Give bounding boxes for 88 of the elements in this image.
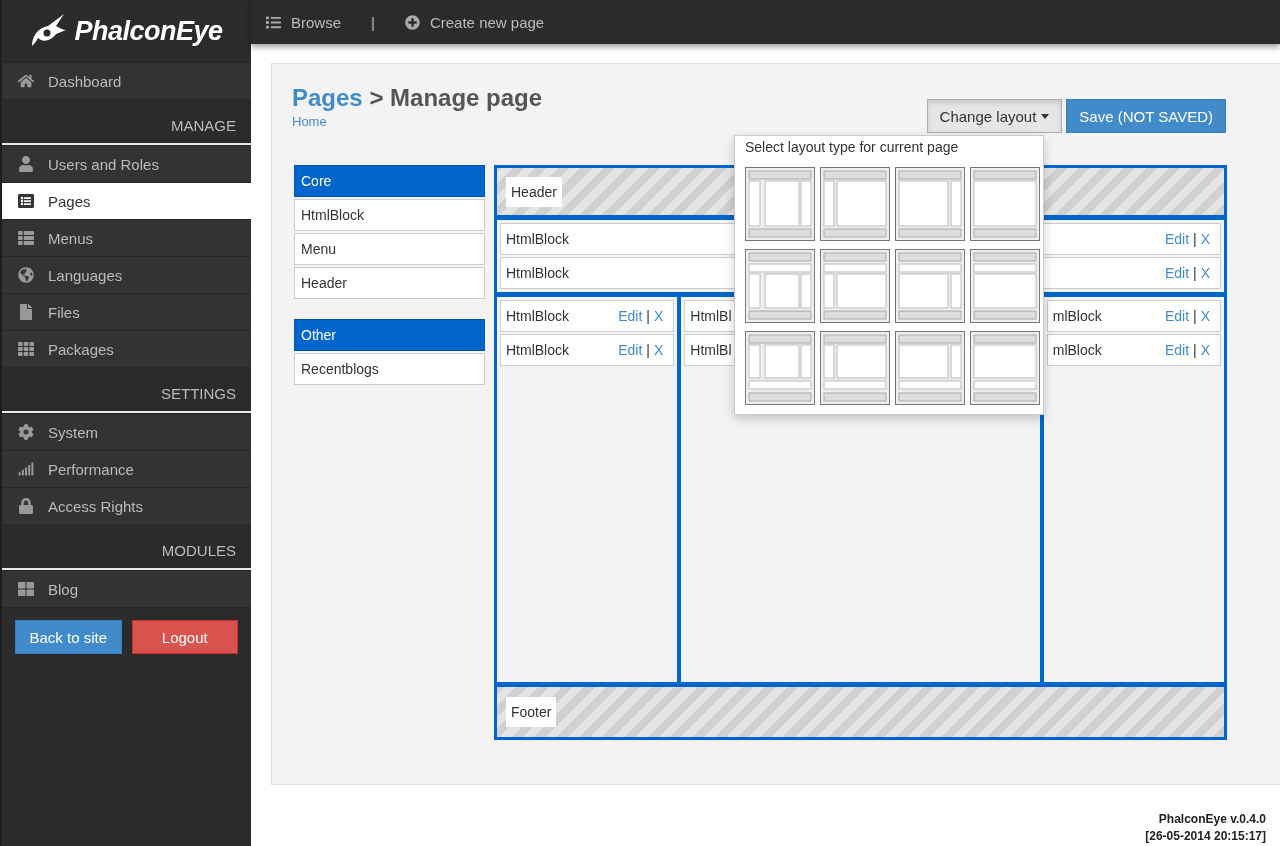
remove-link[interactable]: X (1200, 265, 1210, 281)
layout-option[interactable] (895, 167, 965, 241)
palette-item[interactable]: Menu (294, 233, 485, 265)
block-name: HtmlBlock (506, 265, 569, 281)
browse-link[interactable]: Browse (266, 13, 342, 31)
file-icon (18, 304, 34, 320)
block-name: HtmlBlock (506, 231, 569, 247)
block-name: mlBlock (1052, 308, 1102, 324)
block-name: HtmlBlock (506, 342, 569, 358)
sidebar-item[interactable]: Dashboard (2, 62, 251, 99)
signal-bars-icon (18, 461, 34, 477)
plus-icon (404, 14, 420, 30)
remove-link[interactable]: X (653, 308, 664, 324)
sidebar-item[interactable]: Packages (2, 330, 251, 367)
sidebar-item[interactable]: System (2, 413, 251, 450)
date-text: [26-05-2014 20:15:17] (1144, 828, 1266, 845)
breadcrumb-link[interactable]: Home (292, 114, 543, 129)
edit-link[interactable]: Edit (1164, 231, 1189, 247)
layout-option[interactable] (820, 249, 890, 323)
layout-option[interactable] (745, 331, 815, 405)
sidebar-item[interactable]: Languages (2, 256, 251, 293)
menu-title: Select layout type for current page (745, 139, 960, 155)
logo-text: PhalconEye (74, 15, 223, 47)
globe-icon (18, 267, 34, 283)
edit-link[interactable]: Edit (618, 342, 643, 358)
logout-button[interactable]: Logout (131, 620, 238, 654)
block-name: HtmlBl (690, 308, 732, 324)
lock-icon (18, 498, 34, 514)
block-item[interactable]: HtmlBlock Edit | X (500, 334, 675, 366)
caret-icon (1041, 113, 1050, 119)
layout-option[interactable] (745, 249, 815, 323)
change-layout-button[interactable]: Change layout (926, 99, 1063, 133)
layout-option[interactable] (820, 331, 890, 405)
save-button[interactable]: Save (NOT SAVED) (1066, 99, 1226, 133)
block-name: HtmlBl (690, 342, 732, 358)
link-separator: | (1193, 231, 1197, 247)
palette-group-header: Core (294, 165, 485, 197)
sidebar-item[interactable]: Performance (2, 450, 251, 487)
zone-label: Header (506, 176, 562, 207)
page-title: > Manage page (369, 84, 543, 111)
palette-item[interactable]: Header (294, 267, 485, 299)
layout-option[interactable] (820, 167, 890, 241)
remove-link[interactable]: X (653, 342, 664, 358)
list-icon (18, 193, 34, 209)
edit-link[interactable]: Edit (1164, 308, 1190, 324)
layout-option[interactable] (970, 167, 1040, 241)
layout-option[interactable] (970, 249, 1040, 323)
link-separator: | (1193, 342, 1197, 358)
grid-icon (18, 341, 34, 357)
remove-link[interactable]: X (1200, 342, 1210, 358)
layout-option[interactable] (895, 249, 965, 323)
grid-icon (18, 581, 34, 597)
sidebar-item[interactable]: Users and Roles (2, 145, 251, 182)
block-item[interactable]: HtmlBlock Edit | X (500, 300, 675, 332)
back-button[interactable]: Back to site (15, 620, 122, 654)
block-item[interactable]: mlBlock Edit | X (1046, 334, 1221, 366)
sidebar-item[interactable]: Pages (2, 182, 251, 219)
link-separator: | (371, 13, 375, 31)
zone-label: Footer (506, 697, 557, 727)
sidebar-item[interactable]: Blog (2, 570, 251, 607)
palette-group-header: Other (294, 319, 485, 351)
layout-option[interactable] (745, 167, 815, 241)
sidebar-item[interactable]: Access Rights (2, 487, 251, 524)
palette-item[interactable]: HtmlBlock (294, 199, 485, 231)
edit-link[interactable]: Edit (1164, 265, 1189, 281)
link-separator: | (646, 342, 650, 358)
create-link[interactable]: Create new page (404, 13, 545, 31)
layout-option[interactable] (970, 331, 1040, 405)
remove-link[interactable]: X (1200, 308, 1210, 324)
link-separator: | (1193, 308, 1197, 324)
settings-icon (18, 424, 34, 440)
block-name: mlBlock (1052, 342, 1102, 358)
home-icon (18, 73, 34, 89)
layout-option[interactable] (895, 331, 965, 405)
list-icon (18, 230, 34, 246)
block-item[interactable]: mlBlock Edit | X (1046, 300, 1221, 332)
sidebar-item[interactable]: Menus (2, 219, 251, 256)
user-icon (18, 156, 34, 172)
sidebar-item[interactable]: Files (2, 293, 251, 330)
edit-link[interactable]: Edit (618, 308, 643, 324)
version-text: PhalconEye v.0.4.0 (1157, 811, 1266, 828)
remove-link[interactable]: X (1200, 231, 1210, 247)
list-icon (266, 14, 281, 30)
link-separator: | (646, 308, 650, 324)
link-separator: | (1193, 265, 1197, 281)
block-name: HtmlBlock (506, 308, 569, 324)
edit-link[interactable]: Edit (1164, 342, 1190, 358)
palette-item[interactable]: Recentblogs (294, 353, 485, 385)
